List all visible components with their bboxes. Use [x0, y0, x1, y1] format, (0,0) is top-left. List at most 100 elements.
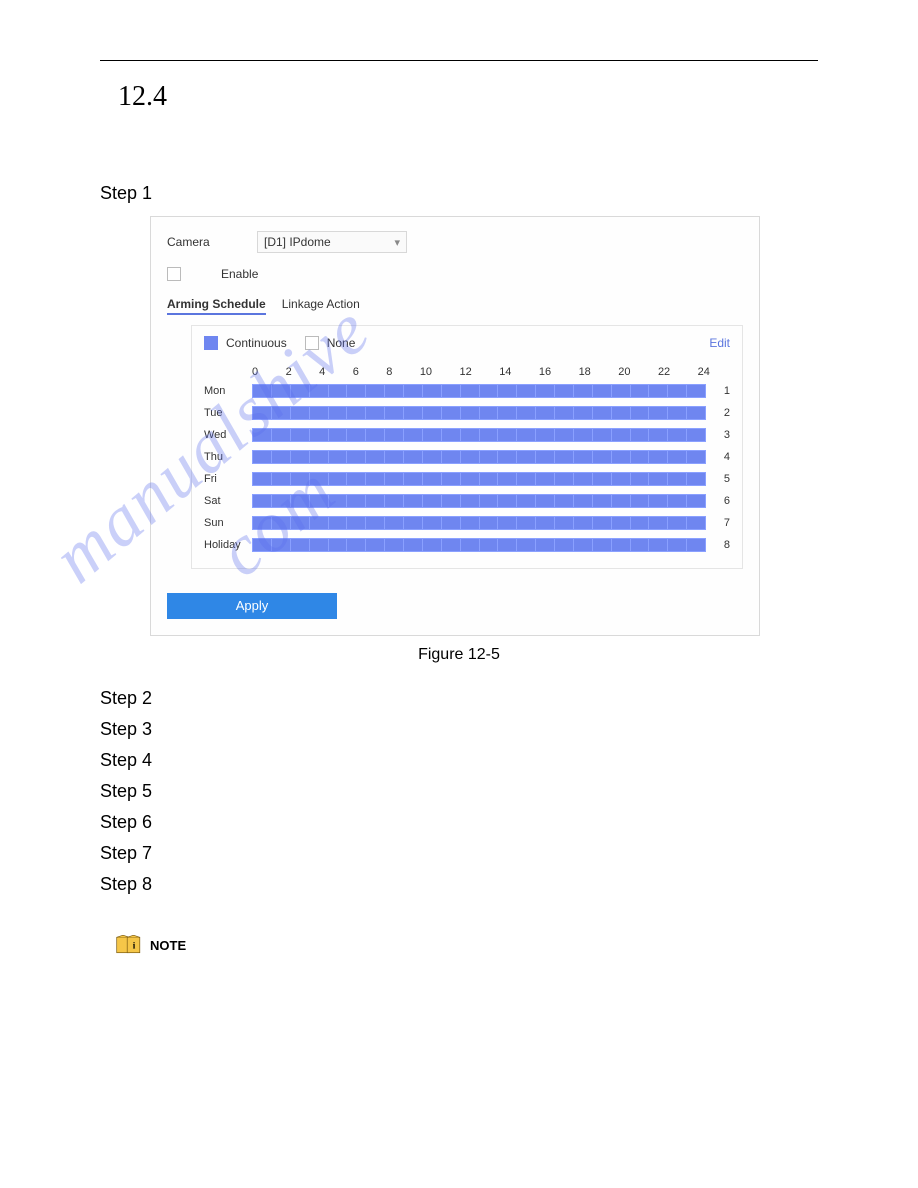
schedule-segment[interactable] — [423, 539, 442, 551]
schedule-segment[interactable] — [649, 495, 668, 507]
schedule-segment[interactable] — [687, 429, 705, 441]
schedule-segment[interactable] — [668, 473, 687, 485]
schedule-segment[interactable] — [423, 517, 442, 529]
schedule-segment[interactable] — [272, 517, 291, 529]
schedule-segment[interactable] — [385, 495, 404, 507]
schedule-segment[interactable] — [593, 517, 612, 529]
schedule-segment[interactable] — [329, 473, 348, 485]
schedule-segment[interactable] — [291, 473, 310, 485]
schedule-segment[interactable] — [517, 473, 536, 485]
schedule-segment[interactable] — [593, 407, 612, 419]
schedule-segment[interactable] — [329, 385, 348, 397]
schedule-segment[interactable] — [310, 407, 329, 419]
schedule-segment[interactable] — [649, 473, 668, 485]
schedule-segment[interactable] — [593, 539, 612, 551]
schedule-segment[interactable] — [631, 517, 650, 529]
schedule-segment[interactable] — [593, 451, 612, 463]
schedule-segment[interactable] — [536, 429, 555, 441]
schedule-segment[interactable] — [329, 495, 348, 507]
schedule-segment[interactable] — [480, 473, 499, 485]
schedule-segment[interactable] — [310, 473, 329, 485]
schedule-segment[interactable] — [480, 517, 499, 529]
schedule-segment[interactable] — [517, 407, 536, 419]
schedule-segment[interactable] — [385, 451, 404, 463]
schedule-segment[interactable] — [461, 451, 480, 463]
schedule-segment[interactable] — [366, 517, 385, 529]
schedule-segment[interactable] — [310, 495, 329, 507]
schedule-segment[interactable] — [612, 385, 631, 397]
schedule-segment[interactable] — [593, 495, 612, 507]
schedule-segment[interactable] — [385, 429, 404, 441]
schedule-segment[interactable] — [498, 517, 517, 529]
schedule-segment[interactable] — [498, 407, 517, 419]
schedule-segment[interactable] — [536, 451, 555, 463]
schedule-segment[interactable] — [631, 407, 650, 419]
schedule-segment[interactable] — [574, 451, 593, 463]
schedule-segment[interactable] — [555, 407, 574, 419]
schedule-segment[interactable] — [347, 473, 366, 485]
apply-button[interactable]: Apply — [167, 593, 337, 619]
schedule-segment[interactable] — [423, 385, 442, 397]
schedule-segment[interactable] — [612, 517, 631, 529]
schedule-segment[interactable] — [385, 407, 404, 419]
schedule-segment[interactable] — [272, 451, 291, 463]
schedule-segment[interactable] — [517, 495, 536, 507]
schedule-segment[interactable] — [668, 517, 687, 529]
schedule-segment[interactable] — [668, 495, 687, 507]
schedule-segment[interactable] — [687, 451, 705, 463]
schedule-segment[interactable] — [404, 407, 423, 419]
schedule-segment[interactable] — [442, 385, 461, 397]
schedule-segment[interactable] — [442, 451, 461, 463]
schedule-segment[interactable] — [631, 451, 650, 463]
schedule-segment[interactable] — [423, 473, 442, 485]
schedule-segment[interactable] — [649, 451, 668, 463]
schedule-segment[interactable] — [310, 385, 329, 397]
schedule-segment[interactable] — [461, 429, 480, 441]
schedule-segment[interactable] — [536, 407, 555, 419]
schedule-segment[interactable] — [272, 429, 291, 441]
schedule-segment[interactable] — [366, 539, 385, 551]
schedule-segment[interactable] — [593, 473, 612, 485]
schedule-segment[interactable] — [574, 429, 593, 441]
schedule-segment[interactable] — [498, 495, 517, 507]
schedule-segment[interactable] — [347, 495, 366, 507]
schedule-segment[interactable] — [461, 473, 480, 485]
schedule-segment[interactable] — [272, 385, 291, 397]
schedule-segment[interactable] — [668, 539, 687, 551]
schedule-segment[interactable] — [612, 539, 631, 551]
schedule-bar[interactable] — [252, 472, 706, 486]
schedule-segment[interactable] — [631, 385, 650, 397]
schedule-segment[interactable] — [385, 539, 404, 551]
schedule-segment[interactable] — [461, 385, 480, 397]
schedule-segment[interactable] — [366, 385, 385, 397]
schedule-segment[interactable] — [253, 429, 272, 441]
schedule-segment[interactable] — [480, 451, 499, 463]
schedule-segment[interactable] — [461, 517, 480, 529]
schedule-segment[interactable] — [329, 451, 348, 463]
schedule-segment[interactable] — [498, 451, 517, 463]
schedule-segment[interactable] — [347, 517, 366, 529]
schedule-segment[interactable] — [291, 517, 310, 529]
schedule-segment[interactable] — [555, 429, 574, 441]
schedule-segment[interactable] — [574, 517, 593, 529]
schedule-segment[interactable] — [687, 385, 705, 397]
schedule-segment[interactable] — [253, 517, 272, 529]
schedule-segment[interactable] — [310, 539, 329, 551]
schedule-segment[interactable] — [517, 385, 536, 397]
schedule-segment[interactable] — [480, 539, 499, 551]
schedule-segment[interactable] — [687, 407, 705, 419]
schedule-segment[interactable] — [291, 407, 310, 419]
schedule-segment[interactable] — [555, 451, 574, 463]
schedule-segment[interactable] — [272, 407, 291, 419]
schedule-segment[interactable] — [347, 429, 366, 441]
schedule-segment[interactable] — [423, 495, 442, 507]
schedule-segment[interactable] — [517, 539, 536, 551]
schedule-segment[interactable] — [366, 495, 385, 507]
schedule-segment[interactable] — [517, 451, 536, 463]
schedule-segment[interactable] — [555, 473, 574, 485]
schedule-segment[interactable] — [461, 407, 480, 419]
schedule-segment[interactable] — [536, 385, 555, 397]
schedule-segment[interactable] — [404, 385, 423, 397]
schedule-segment[interactable] — [310, 451, 329, 463]
schedule-segment[interactable] — [366, 429, 385, 441]
